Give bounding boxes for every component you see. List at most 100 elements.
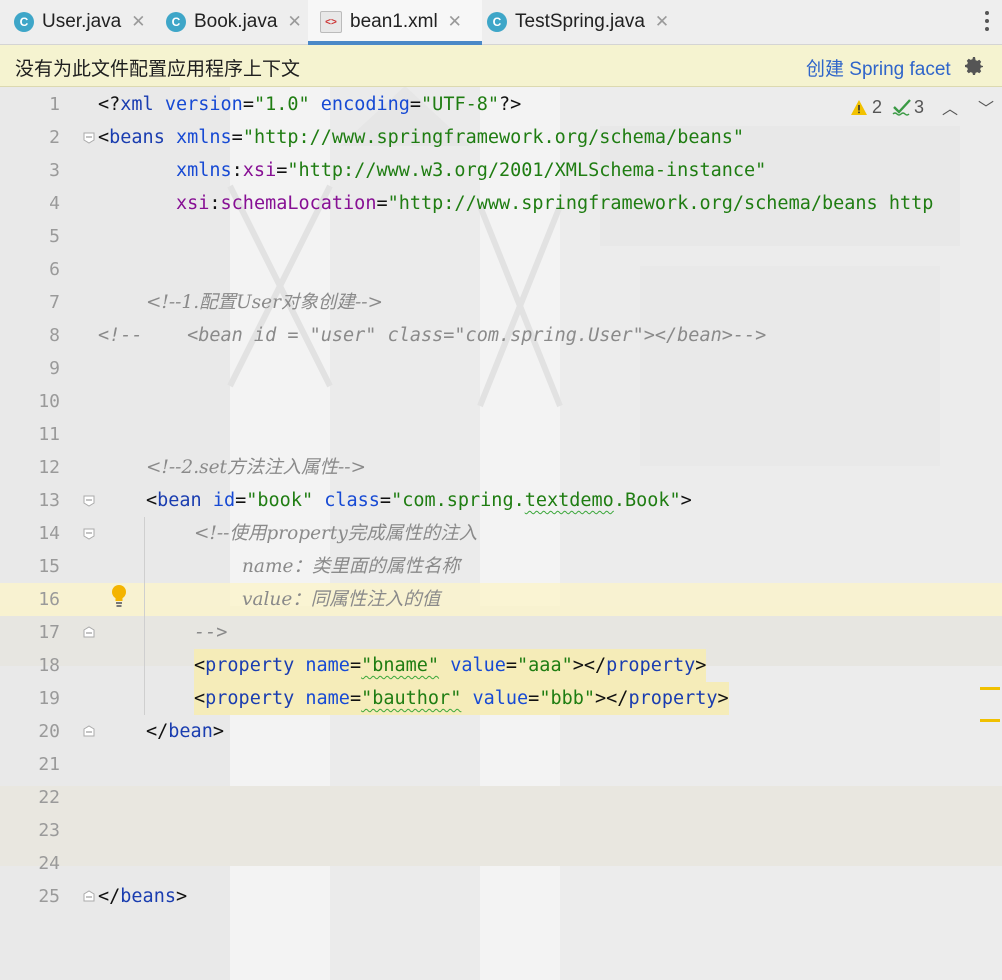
token: bean xyxy=(168,721,213,742)
token: = xyxy=(242,94,254,115)
scrollbar-marker[interactable] xyxy=(980,719,1000,722)
token: > xyxy=(680,490,692,511)
tab-user-java[interactable]: C User.java ✕ xyxy=(14,0,145,44)
token: xsi xyxy=(98,193,210,214)
line-number: 12 xyxy=(38,457,60,478)
more-tabs-icon[interactable] xyxy=(984,11,990,33)
token: "com.spring. xyxy=(391,490,525,511)
editor-tab-bar: C User.java ✕ C Book.java ✕ <> bean1.xml… xyxy=(0,0,1002,45)
java-class-icon: C xyxy=(14,12,34,32)
token: ></ xyxy=(595,688,629,709)
token: ></ xyxy=(572,655,607,676)
previous-highlight-icon[interactable]: ︿ xyxy=(942,95,958,119)
token: encoding xyxy=(309,94,410,115)
token: < xyxy=(194,655,206,676)
token: textdemo xyxy=(524,490,614,511)
tab-label: TestSpring.java xyxy=(515,11,645,32)
token: < xyxy=(194,688,206,709)
token: = xyxy=(505,655,518,676)
line-number: 13 xyxy=(38,490,60,511)
token: class xyxy=(313,490,380,511)
token: = xyxy=(376,193,388,214)
notification-message: 没有为此文件配置应用程序上下文 xyxy=(15,59,301,80)
fold-end-icon[interactable] xyxy=(83,890,95,902)
token: > xyxy=(695,655,707,676)
code-line-18: <property name="bname" value="aaa"></pro… xyxy=(194,649,707,682)
warning-count: 2 xyxy=(872,96,883,117)
token: < xyxy=(98,127,110,148)
code-line-2: <beans xmlns="http://www.springframework… xyxy=(98,121,744,154)
close-tab-icon[interactable]: ✕ xyxy=(287,12,301,32)
editor-background-image xyxy=(0,86,1002,980)
code-line-3: xmlns:xsi="http://www.w3.org/2001/XMLSch… xyxy=(98,154,766,187)
gear-icon[interactable] xyxy=(962,54,986,78)
token: .Book" xyxy=(613,490,681,511)
typo-count: 3 xyxy=(914,96,925,117)
lightbulb-icon[interactable] xyxy=(110,584,128,608)
token: version xyxy=(153,94,243,115)
fold-end-icon[interactable] xyxy=(83,725,95,737)
close-tab-icon[interactable]: ✕ xyxy=(655,12,669,32)
create-spring-facet-link[interactable]: 创建 Spring facet xyxy=(806,54,951,81)
tab-bean1-xml[interactable]: <> bean1.xml ✕ xyxy=(308,0,482,45)
token: : xyxy=(231,160,243,181)
token: xmlns xyxy=(98,160,232,181)
token: xml xyxy=(120,94,154,115)
line-number: 9 xyxy=(49,358,60,379)
line-number: 16 xyxy=(38,589,60,610)
line-number: 8 xyxy=(49,325,60,346)
token: > xyxy=(175,886,188,907)
code-line-1: <?xml version="1.0" encoding="UTF-8"?> xyxy=(98,88,521,121)
typo-check-icon xyxy=(892,99,911,116)
warning-icon xyxy=(851,99,867,115)
code-line-25: </beans> xyxy=(98,880,187,913)
close-tab-icon[interactable]: ✕ xyxy=(131,12,145,32)
token: "UTF-8" xyxy=(421,94,500,115)
scrollbar-marker[interactable] xyxy=(980,687,1000,690)
token: = xyxy=(409,94,422,115)
inspection-widget[interactable]: 2 3 ︿ ﹀ xyxy=(850,94,994,120)
token: "bname" xyxy=(361,655,440,676)
tab-label: Book.java xyxy=(194,11,278,32)
line-number: 2 xyxy=(49,127,60,148)
token: bean xyxy=(157,490,202,511)
token: xmlns xyxy=(164,127,232,148)
tab-book-java[interactable]: C Book.java ✕ xyxy=(166,0,302,44)
code-line-19: <property name="bauthor" value="bbb"></p… xyxy=(194,682,729,715)
fold-end-icon[interactable] xyxy=(83,626,95,638)
token: property xyxy=(628,688,718,709)
token: = xyxy=(349,655,362,676)
next-highlight-icon[interactable]: ﹀ xyxy=(978,95,994,119)
token: schemaLocation xyxy=(220,193,377,214)
fold-toggle-icon[interactable] xyxy=(83,528,95,540)
token: name xyxy=(294,655,350,676)
code-line-4: xsi:schemaLocation="http://www.springfra… xyxy=(98,187,933,220)
token: value xyxy=(461,688,529,709)
code-line-14: <!--使用property完成属性的注入 xyxy=(194,523,478,544)
token: name xyxy=(294,688,350,709)
token: > xyxy=(212,721,224,742)
token: = xyxy=(235,490,247,511)
code-line-13: <bean id="book" class="com.spring.textde… xyxy=(146,484,692,517)
tab-testspring-java[interactable]: C TestSpring.java ✕ xyxy=(487,0,669,44)
token: "http://www.w3.org/2001/XMLSchema-instan… xyxy=(287,160,767,181)
line-number: 5 xyxy=(49,226,60,247)
token: = xyxy=(231,127,243,148)
code-line-17: --> xyxy=(194,622,228,643)
java-class-icon: C xyxy=(166,12,186,32)
token: </ xyxy=(146,721,169,742)
java-class-icon: C xyxy=(487,12,507,32)
fold-toggle-icon[interactable] xyxy=(83,132,95,144)
xml-file-icon: <> xyxy=(320,11,342,33)
token: "1.0" xyxy=(253,94,310,115)
fold-toggle-icon[interactable] xyxy=(83,495,95,507)
code-line-12: <!--2.set方法注入属性--> xyxy=(146,457,366,478)
token: value xyxy=(439,655,506,676)
current-line-highlight xyxy=(0,583,1002,616)
line-number: 20 xyxy=(38,721,60,742)
line-number: 4 xyxy=(49,193,60,214)
close-tab-icon[interactable]: ✕ xyxy=(448,12,462,32)
token: xsi xyxy=(242,160,277,181)
token: = xyxy=(349,688,362,709)
token: "book" xyxy=(246,490,314,511)
